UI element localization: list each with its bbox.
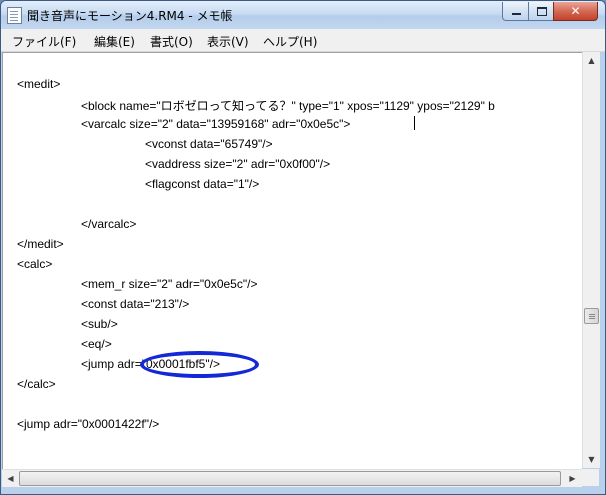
text-line: <jump adr="0x0001422f"/> (17, 417, 160, 431)
text-line: <block name="ロボゼロって知ってる？" type="1" xpos=… (81, 99, 495, 113)
minimize-button[interactable] (502, 2, 530, 21)
menu-format[interactable]: 書式(O) (147, 32, 196, 51)
window-bottom-edge (1, 487, 605, 494)
scrollbar-corner (582, 469, 599, 486)
text-line: <medit> (17, 77, 61, 91)
maximize-icon (536, 6, 547, 16)
close-button[interactable]: ✕ (553, 2, 598, 21)
text-line: <const data="213"/> (81, 297, 190, 311)
scroll-down-arrow-icon[interactable]: ▼ (583, 451, 600, 468)
text-line: </medit> (17, 237, 64, 251)
annotation-ellipse (140, 351, 259, 378)
notepad-icon[interactable] (7, 7, 22, 24)
maximize-button[interactable] (528, 2, 555, 21)
scroll-up-arrow-icon[interactable]: ▲ (583, 52, 600, 69)
vertical-scrollbar[interactable]: ▲ ▼ (582, 52, 600, 468)
notepad-window: 聞き音声にモーション4.RM4 - メモ帳 ✕ ファイル(F) 編集(E) 書式… (0, 0, 606, 495)
horizontal-scroll-thumb[interactable] (19, 471, 561, 486)
text-editor[interactable]: <medit> <block name="ロボゼロって知ってる？" type="… (2, 52, 582, 469)
menu-bar: ファイル(F) 編集(E) 書式(O) 表示(V) ヘルプ(H) (1, 29, 605, 52)
title-bar[interactable]: 聞き音声にモーション4.RM4 - メモ帳 ✕ (1, 1, 605, 29)
scroll-right-arrow-icon[interactable]: ▶ (564, 470, 581, 487)
vertical-scroll-thumb[interactable] (584, 308, 599, 324)
horizontal-scrollbar[interactable]: ◀ ▶ (2, 469, 582, 487)
text-line: </varcalc> (81, 217, 137, 231)
text-caret (414, 116, 415, 130)
text-line: <flagconst data="1"/> (145, 177, 260, 191)
text-line: <eq/> (81, 337, 112, 351)
minimize-icon (511, 13, 521, 15)
menu-file[interactable]: ファイル(F) (9, 32, 79, 51)
window-title: 聞き音声にモーション4.RM4 - メモ帳 (27, 9, 233, 23)
text-line: </calc> (17, 377, 56, 391)
scroll-left-arrow-icon[interactable]: ◀ (2, 470, 19, 487)
text-line: <varcalc size="2" data="13959168" adr="0… (81, 117, 351, 131)
menu-help[interactable]: ヘルプ(H) (260, 32, 320, 51)
text-line: <mem_r size="2" adr="0x0e5c"/> (81, 277, 258, 291)
menu-edit[interactable]: 編集(E) (91, 32, 138, 51)
text-line: <calc> (17, 257, 53, 271)
menu-view[interactable]: 表示(V) (204, 32, 252, 51)
text-line: <sub/> (81, 317, 118, 331)
close-icon: ✕ (570, 4, 581, 18)
text-line: <vconst data="65749"/> (145, 137, 273, 151)
grip-icon (589, 314, 595, 315)
text-line: <vaddress size="2" adr="0x0f00"/> (145, 157, 331, 171)
